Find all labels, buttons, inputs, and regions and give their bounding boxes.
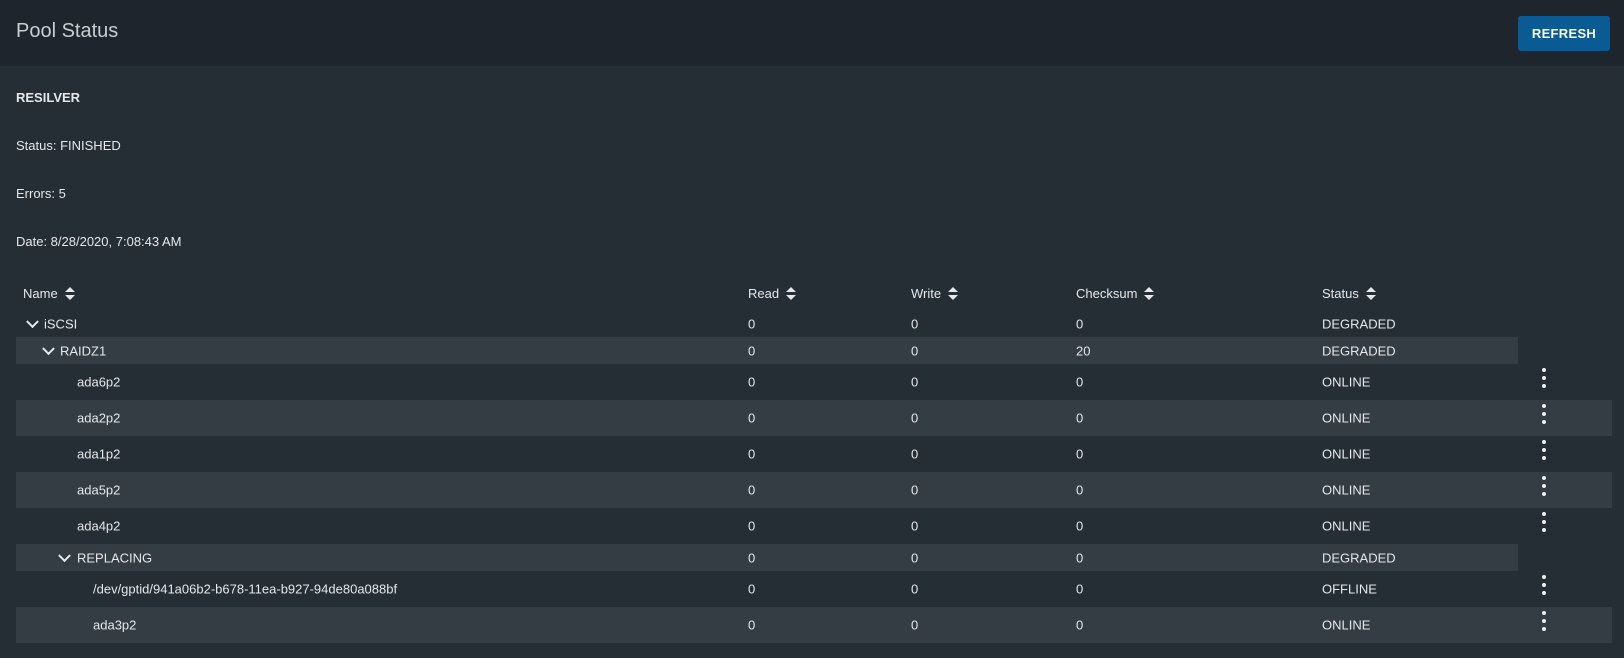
column-header-status[interactable]: Status — [1322, 286, 1376, 301]
scan-errors: Errors: 5 — [16, 186, 66, 201]
row-status: ONLINE — [1322, 410, 1371, 426]
card-header: Pool Status REFRESH — [0, 0, 1624, 66]
row-checksum: 0 — [1076, 482, 1084, 498]
more-vertical-icon[interactable] — [1539, 575, 1549, 595]
page-title: Pool Status — [16, 20, 119, 42]
scan-date: Date: 8/28/2020, 7:08:43 AM — [16, 234, 182, 249]
row-read: 0 — [748, 410, 756, 426]
row-write: 0 — [911, 410, 919, 426]
sort-icon[interactable] — [948, 287, 959, 300]
row-write: 0 — [911, 446, 919, 462]
column-header-write[interactable]: Write — [911, 286, 959, 301]
chevron-down-icon[interactable] — [42, 341, 55, 355]
row-name: ada2p2 — [77, 410, 121, 426]
column-header-checksum[interactable]: Checksum — [1076, 286, 1155, 301]
disk-row: ada1p2 0 0 0 ONLINE — [16, 436, 1612, 472]
more-vertical-icon[interactable] — [1539, 611, 1549, 631]
row-write: 0 — [911, 316, 919, 331]
row-checksum: 0 — [1076, 617, 1084, 633]
row-name: /dev/gptid/941a06b2-b678-11ea-b927-94de8… — [93, 581, 398, 597]
more-vertical-icon[interactable] — [1539, 368, 1549, 388]
row-read: 0 — [748, 581, 756, 597]
disk-row: ada2p2 0 0 0 ONLINE — [16, 400, 1612, 436]
row-status: OFFLINE — [1322, 581, 1377, 597]
vdev-row: REPLACING 0 0 0 DEGRADED — [16, 544, 1518, 571]
row-status: ONLINE — [1322, 374, 1371, 390]
disk-row: ada6p2 0 0 0 ONLINE — [16, 364, 1612, 400]
row-status: ONLINE — [1322, 617, 1371, 633]
scan-status: Status: FINISHED — [16, 138, 121, 153]
row-name: REPLACING — [77, 550, 153, 565]
row-status: DEGRADED — [1322, 343, 1396, 358]
row-checksum: 0 — [1076, 518, 1084, 534]
chevron-down-icon[interactable] — [26, 314, 39, 328]
scan-type-label: RESILVER — [16, 90, 81, 105]
row-read: 0 — [748, 518, 756, 534]
row-checksum: 0 — [1076, 410, 1084, 426]
disk-row: ada4p2 0 0 0 ONLINE — [16, 508, 1612, 544]
row-name: ada6p2 — [77, 374, 121, 390]
row-write: 0 — [911, 518, 919, 534]
sort-icon[interactable] — [786, 287, 797, 300]
vdev-row: RAIDZ1 0 0 20 DEGRADED — [16, 337, 1518, 364]
disk-row: /dev/gptid/941a06b2-b678-11ea-b927-94de8… — [16, 571, 1612, 607]
row-name: RAIDZ1 — [60, 343, 107, 358]
row-status: ONLINE — [1322, 518, 1371, 534]
row-read: 0 — [748, 617, 756, 633]
row-name: ada1p2 — [77, 446, 121, 462]
row-status: DEGRADED — [1322, 550, 1396, 565]
sort-icon[interactable] — [1365, 287, 1376, 300]
pool-row: iSCSI 0 0 0 DEGRADED — [16, 310, 1612, 337]
row-read: 0 — [748, 316, 756, 331]
row-name: ada3p2 — [93, 617, 137, 633]
sort-icon[interactable] — [64, 287, 75, 300]
row-checksum: 0 — [1076, 581, 1084, 597]
row-checksum: 0 — [1076, 316, 1084, 331]
row-checksum: 0 — [1076, 550, 1084, 565]
row-read: 0 — [748, 550, 756, 565]
row-write: 0 — [911, 374, 919, 390]
more-vertical-icon[interactable] — [1539, 404, 1549, 424]
row-status: DEGRADED — [1322, 316, 1396, 331]
chevron-down-icon[interactable] — [58, 548, 71, 562]
row-name: ada5p2 — [77, 482, 121, 498]
disk-row: ada3p2 0 0 0 ONLINE — [16, 607, 1612, 643]
row-write: 0 — [911, 482, 919, 498]
row-checksum: 0 — [1076, 374, 1084, 390]
row-name: iSCSI — [44, 316, 78, 331]
column-header-read[interactable]: Read — [748, 286, 797, 301]
row-status: ONLINE — [1322, 446, 1371, 462]
more-vertical-icon[interactable] — [1539, 440, 1549, 460]
disk-row: ada5p2 0 0 0 ONLINE — [16, 472, 1612, 508]
row-status: ONLINE — [1322, 482, 1371, 498]
row-read: 0 — [748, 343, 756, 358]
more-vertical-icon[interactable] — [1539, 476, 1549, 496]
row-name: ada4p2 — [77, 518, 121, 534]
more-vertical-icon[interactable] — [1539, 512, 1549, 532]
row-write: 0 — [911, 550, 919, 565]
row-read: 0 — [748, 446, 756, 462]
pool-status-table: Name Read Write Checksum Status iSCSI 0 … — [16, 278, 1612, 643]
row-checksum: 0 — [1076, 446, 1084, 462]
row-write: 0 — [911, 581, 919, 597]
row-write: 0 — [911, 617, 919, 633]
table-header: Name Read Write Checksum Status — [16, 278, 1612, 310]
row-read: 0 — [748, 482, 756, 498]
sort-icon[interactable] — [1144, 287, 1155, 300]
column-header-name[interactable]: Name — [23, 286, 75, 301]
row-write: 0 — [911, 343, 919, 358]
refresh-button[interactable]: REFRESH — [1518, 16, 1610, 51]
row-read: 0 — [748, 374, 756, 390]
row-checksum: 20 — [1076, 343, 1091, 358]
pool-status-card: Pool Status REFRESH RESILVER Status: FIN… — [0, 0, 1624, 658]
